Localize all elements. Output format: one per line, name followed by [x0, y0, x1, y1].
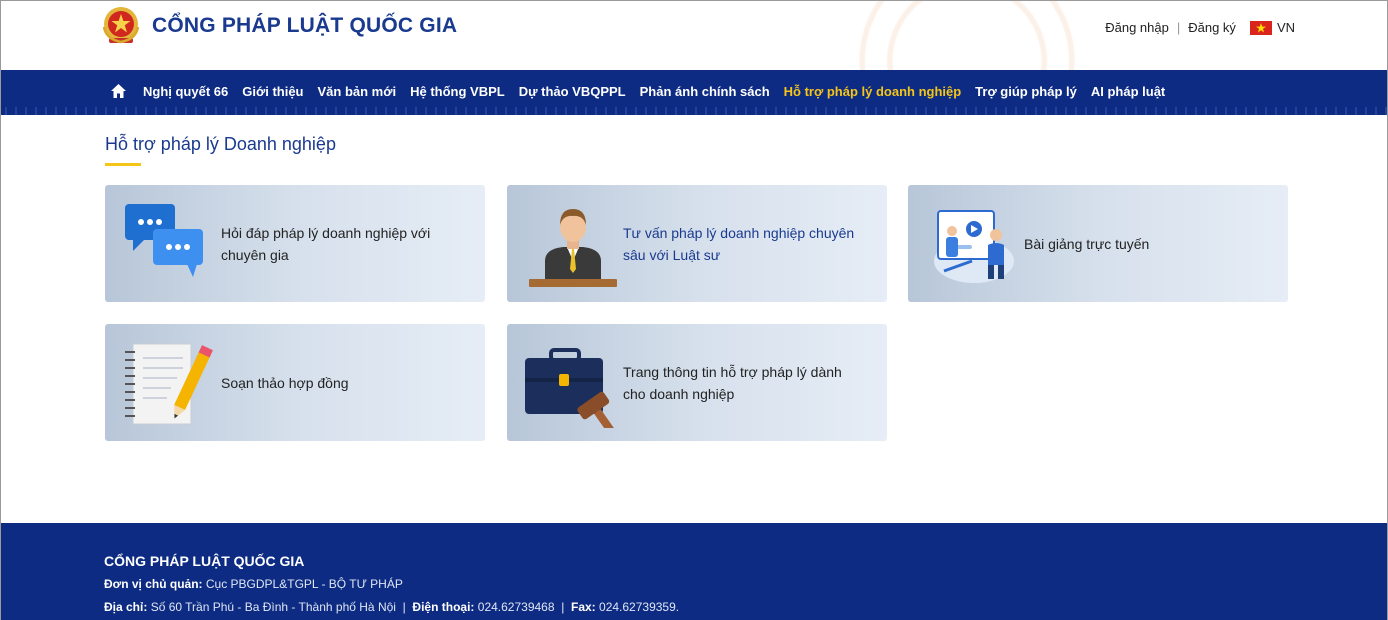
vietnam-flag-icon	[1249, 20, 1272, 35]
nav-item-nghi-quyet-66[interactable]: Nghị quyết 66	[143, 84, 228, 99]
nav-item-ai-phap-luat[interactable]: AI pháp luật	[1091, 84, 1165, 99]
card-label: Trang thông tin hỗ trợ pháp lý dành cho …	[623, 361, 862, 405]
site-title[interactable]: CỔNG PHÁP LUẬT QUỐC GIA	[152, 14, 457, 38]
footer-separator: |	[402, 600, 406, 614]
auth-links: Đăng nhập | Đăng ký VN	[1105, 20, 1295, 35]
online-lecture-icon	[924, 199, 1024, 289]
nav-item-he-thong-vbpl[interactable]: Hệ thống VBPL	[410, 84, 505, 99]
footer-agency-label: Đơn vị chủ quản:	[104, 577, 203, 591]
auth-divider: |	[1176, 20, 1181, 35]
register-link[interactable]: Đăng ký	[1188, 20, 1236, 35]
nav-item-gioi-thieu[interactable]: Giới thiệu	[242, 84, 303, 99]
card-label-line2: cho doanh nghiệp	[623, 385, 735, 402]
card-label-line1: Bài giảng trực tuyến	[1024, 235, 1150, 252]
footer-fax-label: Fax:	[570, 600, 596, 614]
card-label-line1: Tư vấn pháp lý doanh nghiệp chuyên	[623, 224, 855, 241]
footer-fax-value: 024.62739359.	[599, 600, 680, 614]
site-header: CỔNG PHÁP LUẬT QUỐC GIA Đăng nhập | Đăng…	[1, 1, 1387, 70]
footer-agency-value: Cục PBGDPL&TGPL - BỘ TƯ PHÁP	[205, 577, 403, 591]
nav-item-phan-anh-chinh-sach[interactable]: Phản ánh chính sách	[640, 84, 770, 99]
footer-title: CỔNG PHÁP LUẬT QUỐC GIA	[104, 553, 305, 569]
lawyer-icon	[523, 199, 623, 289]
card-label: Bài giảng trực tuyến	[1024, 233, 1169, 255]
card-soan-thao-hop-dong[interactable]: Soạn thảo hợp đồng	[105, 324, 485, 441]
footer-address-label: Địa chỉ:	[104, 600, 148, 614]
card-label: Tư vấn pháp lý doanh nghiệp chuyên sâu v…	[623, 222, 874, 266]
footer-phone-value: 024.62739468	[477, 600, 555, 614]
title-underline	[105, 163, 141, 166]
card-label-line1: Soạn thảo hợp đồng	[221, 374, 349, 391]
card-label: Hỏi đáp pháp lý doanh nghiệp với chuyên …	[221, 222, 450, 266]
chat-bubbles-icon	[121, 199, 221, 289]
header-decoration	[837, 1, 1097, 70]
nav-item-ho-tro-phap-ly-doanh-nghiep[interactable]: Hỗ trợ pháp lý doanh nghiệp	[784, 84, 962, 99]
login-link[interactable]: Đăng nhập	[1105, 20, 1169, 35]
nav-item-van-ban-moi[interactable]: Văn bản mới	[318, 84, 397, 99]
national-emblem-icon[interactable]	[100, 5, 142, 45]
footer-separator: |	[561, 600, 565, 614]
nav-item-tro-giup-phap-ly[interactable]: Trợ giúp pháp lý	[975, 84, 1077, 99]
page-title: Hỗ trợ pháp lý Doanh nghiệp	[105, 134, 336, 154]
card-tu-van-luat-su[interactable]: Tư vấn pháp lý doanh nghiệp chuyên sâu v…	[507, 185, 887, 302]
footer-agency: Đơn vị chủ quản: Cục PBGDPL&TGPL - BỘ TƯ…	[104, 577, 403, 591]
card-label-line2: sâu với Luật sư	[623, 246, 721, 263]
footer-address-value: Số 60 Trần Phú - Ba Đình - Thành phố Hà …	[150, 600, 396, 614]
main-nav: Nghị quyết 66 Giới thiệu Văn bản mới Hệ …	[1, 70, 1387, 115]
nav-items: Nghị quyết 66 Giới thiệu Văn bản mới Hệ …	[110, 83, 1165, 99]
site-footer: CỔNG PHÁP LUẬT QUỐC GIA Đơn vị chủ quản:…	[1, 523, 1387, 620]
home-icon[interactable]	[110, 83, 127, 99]
nav-item-du-thao-vbqppl[interactable]: Dự thảo VBQPPL	[519, 84, 626, 99]
footer-phone-label: Điện thoại:	[412, 600, 475, 614]
card-label-line1: Trang thông tin hỗ trợ pháp lý dành	[623, 363, 842, 380]
card-label-line2: chuyên gia	[221, 246, 289, 263]
language-selector[interactable]: VN	[1249, 20, 1295, 35]
card-trang-thong-tin[interactable]: Trang thông tin hỗ trợ pháp lý dành cho …	[507, 324, 887, 441]
card-bai-giang-truc-tuyen[interactable]: Bài giảng trực tuyến	[908, 185, 1288, 302]
card-hoi-dap-chuyen-gia[interactable]: Hỏi đáp pháp lý doanh nghiệp với chuyên …	[105, 185, 485, 302]
briefcase-gavel-icon	[523, 338, 623, 433]
contract-notepad-icon	[121, 338, 221, 428]
language-code: VN	[1276, 20, 1295, 35]
footer-contact: Địa chỉ: Số 60 Trần Phú - Ba Đình - Thàn…	[104, 600, 679, 614]
card-label-line1: Hỏi đáp pháp lý doanh nghiệp với	[221, 224, 431, 241]
card-label: Soạn thảo hợp đồng	[221, 372, 369, 394]
